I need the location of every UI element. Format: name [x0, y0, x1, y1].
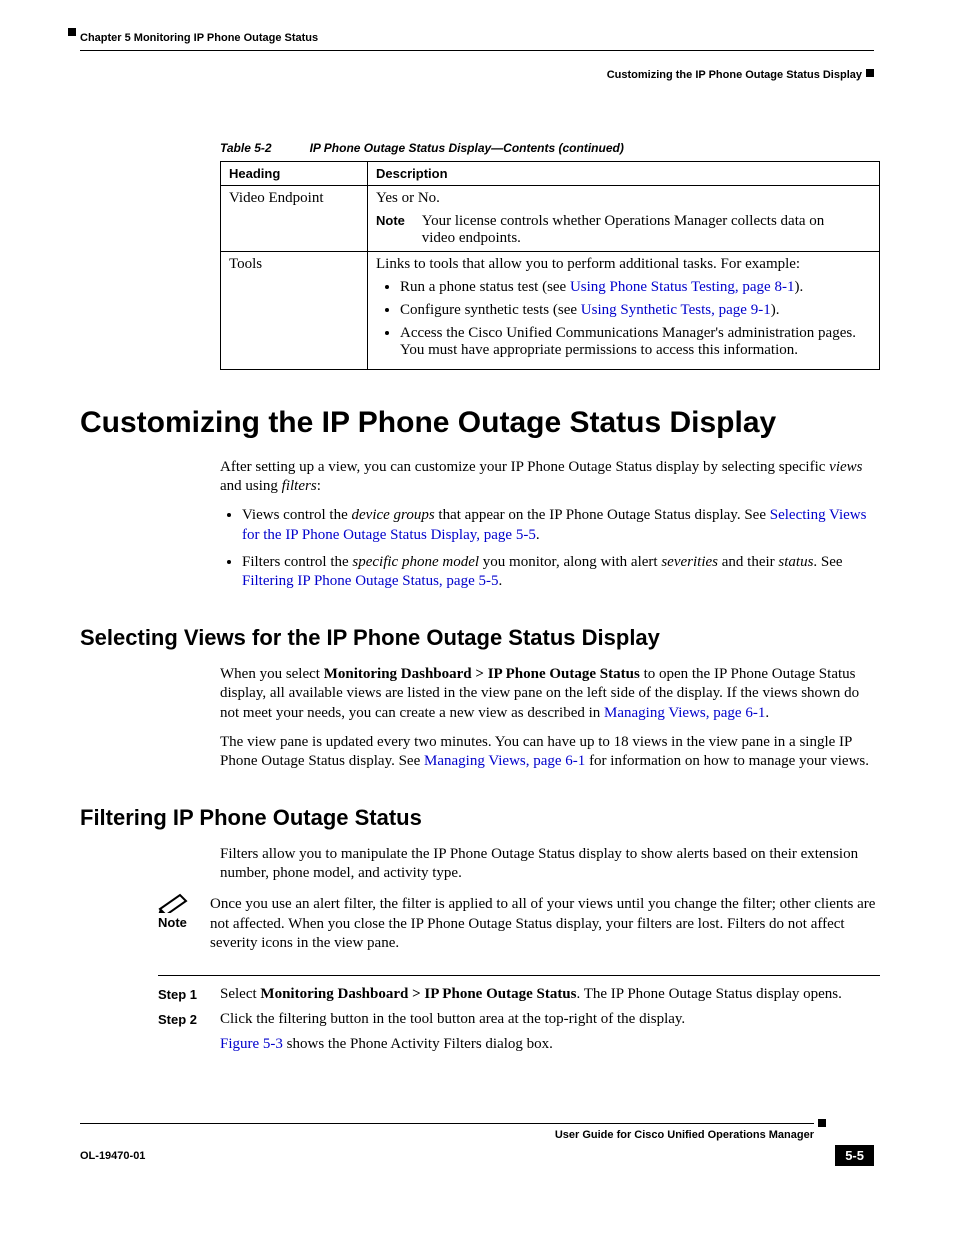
list-item: Filters control the specific phone model… [242, 553, 880, 591]
step-label: Step 1 [158, 986, 220, 1003]
paragraph: Filters allow you to manipulate the IP P… [220, 845, 880, 883]
h2-filtering: Filtering IP Phone Outage Status [80, 805, 874, 831]
note-label: Note [376, 213, 418, 228]
footer-square-icon [818, 1119, 826, 1127]
link-figure-5-3[interactable]: Figure 5-3 [220, 1036, 283, 1052]
table-row: Video Endpoint Yes or No. Note Your lice… [221, 186, 880, 252]
footer-doc-id: OL-19470-01 [80, 1150, 145, 1162]
header-square-icon [68, 28, 76, 36]
step-separator [158, 975, 880, 976]
intro-block: After setting up a view, you can customi… [220, 458, 880, 591]
col-description: Description [368, 162, 880, 186]
filtering-block: Filters allow you to manipulate the IP P… [220, 845, 880, 883]
note-text: Once you use an alert filter, the filter… [210, 895, 880, 953]
list-item: Access the Cisco Unified Communications … [400, 325, 871, 359]
paragraph: When you select Monitoring Dashboard > I… [220, 665, 880, 723]
cell-text: Links to tools that allow you to perform… [376, 256, 871, 273]
link-phone-status-testing[interactable]: Using Phone Status Testing, page 8-1 [570, 279, 795, 295]
cell-text: Yes or No. [376, 190, 871, 207]
step-text: Select Monitoring Dashboard > IP Phone O… [220, 986, 842, 1003]
pencil-icon [158, 893, 190, 913]
step-label: Step 2 [158, 1011, 220, 1028]
selecting-views-block: When you select Monitoring Dashboard > I… [220, 665, 880, 771]
table-title: IP Phone Outage Status Display—Contents … [310, 141, 624, 155]
list-item: Views control the device groups that app… [242, 506, 880, 544]
list-item: Configure synthetic tests (see Using Syn… [400, 302, 871, 319]
row-description: Yes or No. Note Your license controls wh… [368, 186, 880, 252]
page-number: 5-5 [835, 1145, 874, 1166]
step-text: Click the filtering button in the tool b… [220, 1011, 685, 1028]
page-footer: User Guide for Cisco Unified Operations … [80, 1123, 874, 1166]
figure-reference: Figure 5-3 shows the Phone Activity Filt… [158, 1036, 880, 1053]
link-filtering-status[interactable]: Filtering IP Phone Outage Status, page 5… [242, 573, 499, 589]
header-square-icon [866, 69, 874, 77]
row-heading: Tools [221, 252, 368, 370]
step-1: Step 1 Select Monitoring Dashboard > IP … [158, 986, 880, 1003]
paragraph: After setting up a view, you can customi… [220, 458, 880, 496]
note-text: Your license controls whether Operations… [422, 213, 842, 247]
table-5-2: Heading Description Video Endpoint Yes o… [220, 161, 880, 370]
row-heading: Video Endpoint [221, 186, 368, 252]
table-number: Table 5-2 [220, 141, 272, 155]
table-caption: Table 5-2 IP Phone Outage Status Display—… [220, 141, 874, 155]
step-2: Step 2 Click the filtering button in the… [158, 1011, 880, 1028]
link-managing-views[interactable]: Managing Views, page 6-1 [424, 753, 585, 769]
table-row: Tools Links to tools that allow you to p… [221, 252, 880, 370]
row-description: Links to tools that allow you to perform… [368, 252, 880, 370]
chapter-label: Chapter 5 Monitoring IP Phone Outage Sta… [80, 32, 318, 44]
section-label: Customizing the IP Phone Outage Status D… [80, 69, 874, 81]
note-block: Note Once you use an alert filter, the f… [158, 893, 880, 953]
list-item: Run a phone status test (see Using Phone… [400, 279, 871, 296]
note-label: Note [158, 915, 210, 930]
h1-customizing: Customizing the IP Phone Outage Status D… [80, 406, 874, 440]
h2-selecting-views: Selecting Views for the IP Phone Outage … [80, 625, 874, 651]
link-synthetic-tests[interactable]: Using Synthetic Tests, page 9-1 [581, 302, 771, 318]
step-text: Figure 5-3 shows the Phone Activity Filt… [220, 1036, 553, 1053]
col-heading: Heading [221, 162, 368, 186]
running-header: Chapter 5 Monitoring IP Phone Outage Sta… [80, 28, 874, 81]
paragraph: The view pane is updated every two minut… [220, 733, 880, 771]
link-managing-views[interactable]: Managing Views, page 6-1 [604, 705, 765, 721]
